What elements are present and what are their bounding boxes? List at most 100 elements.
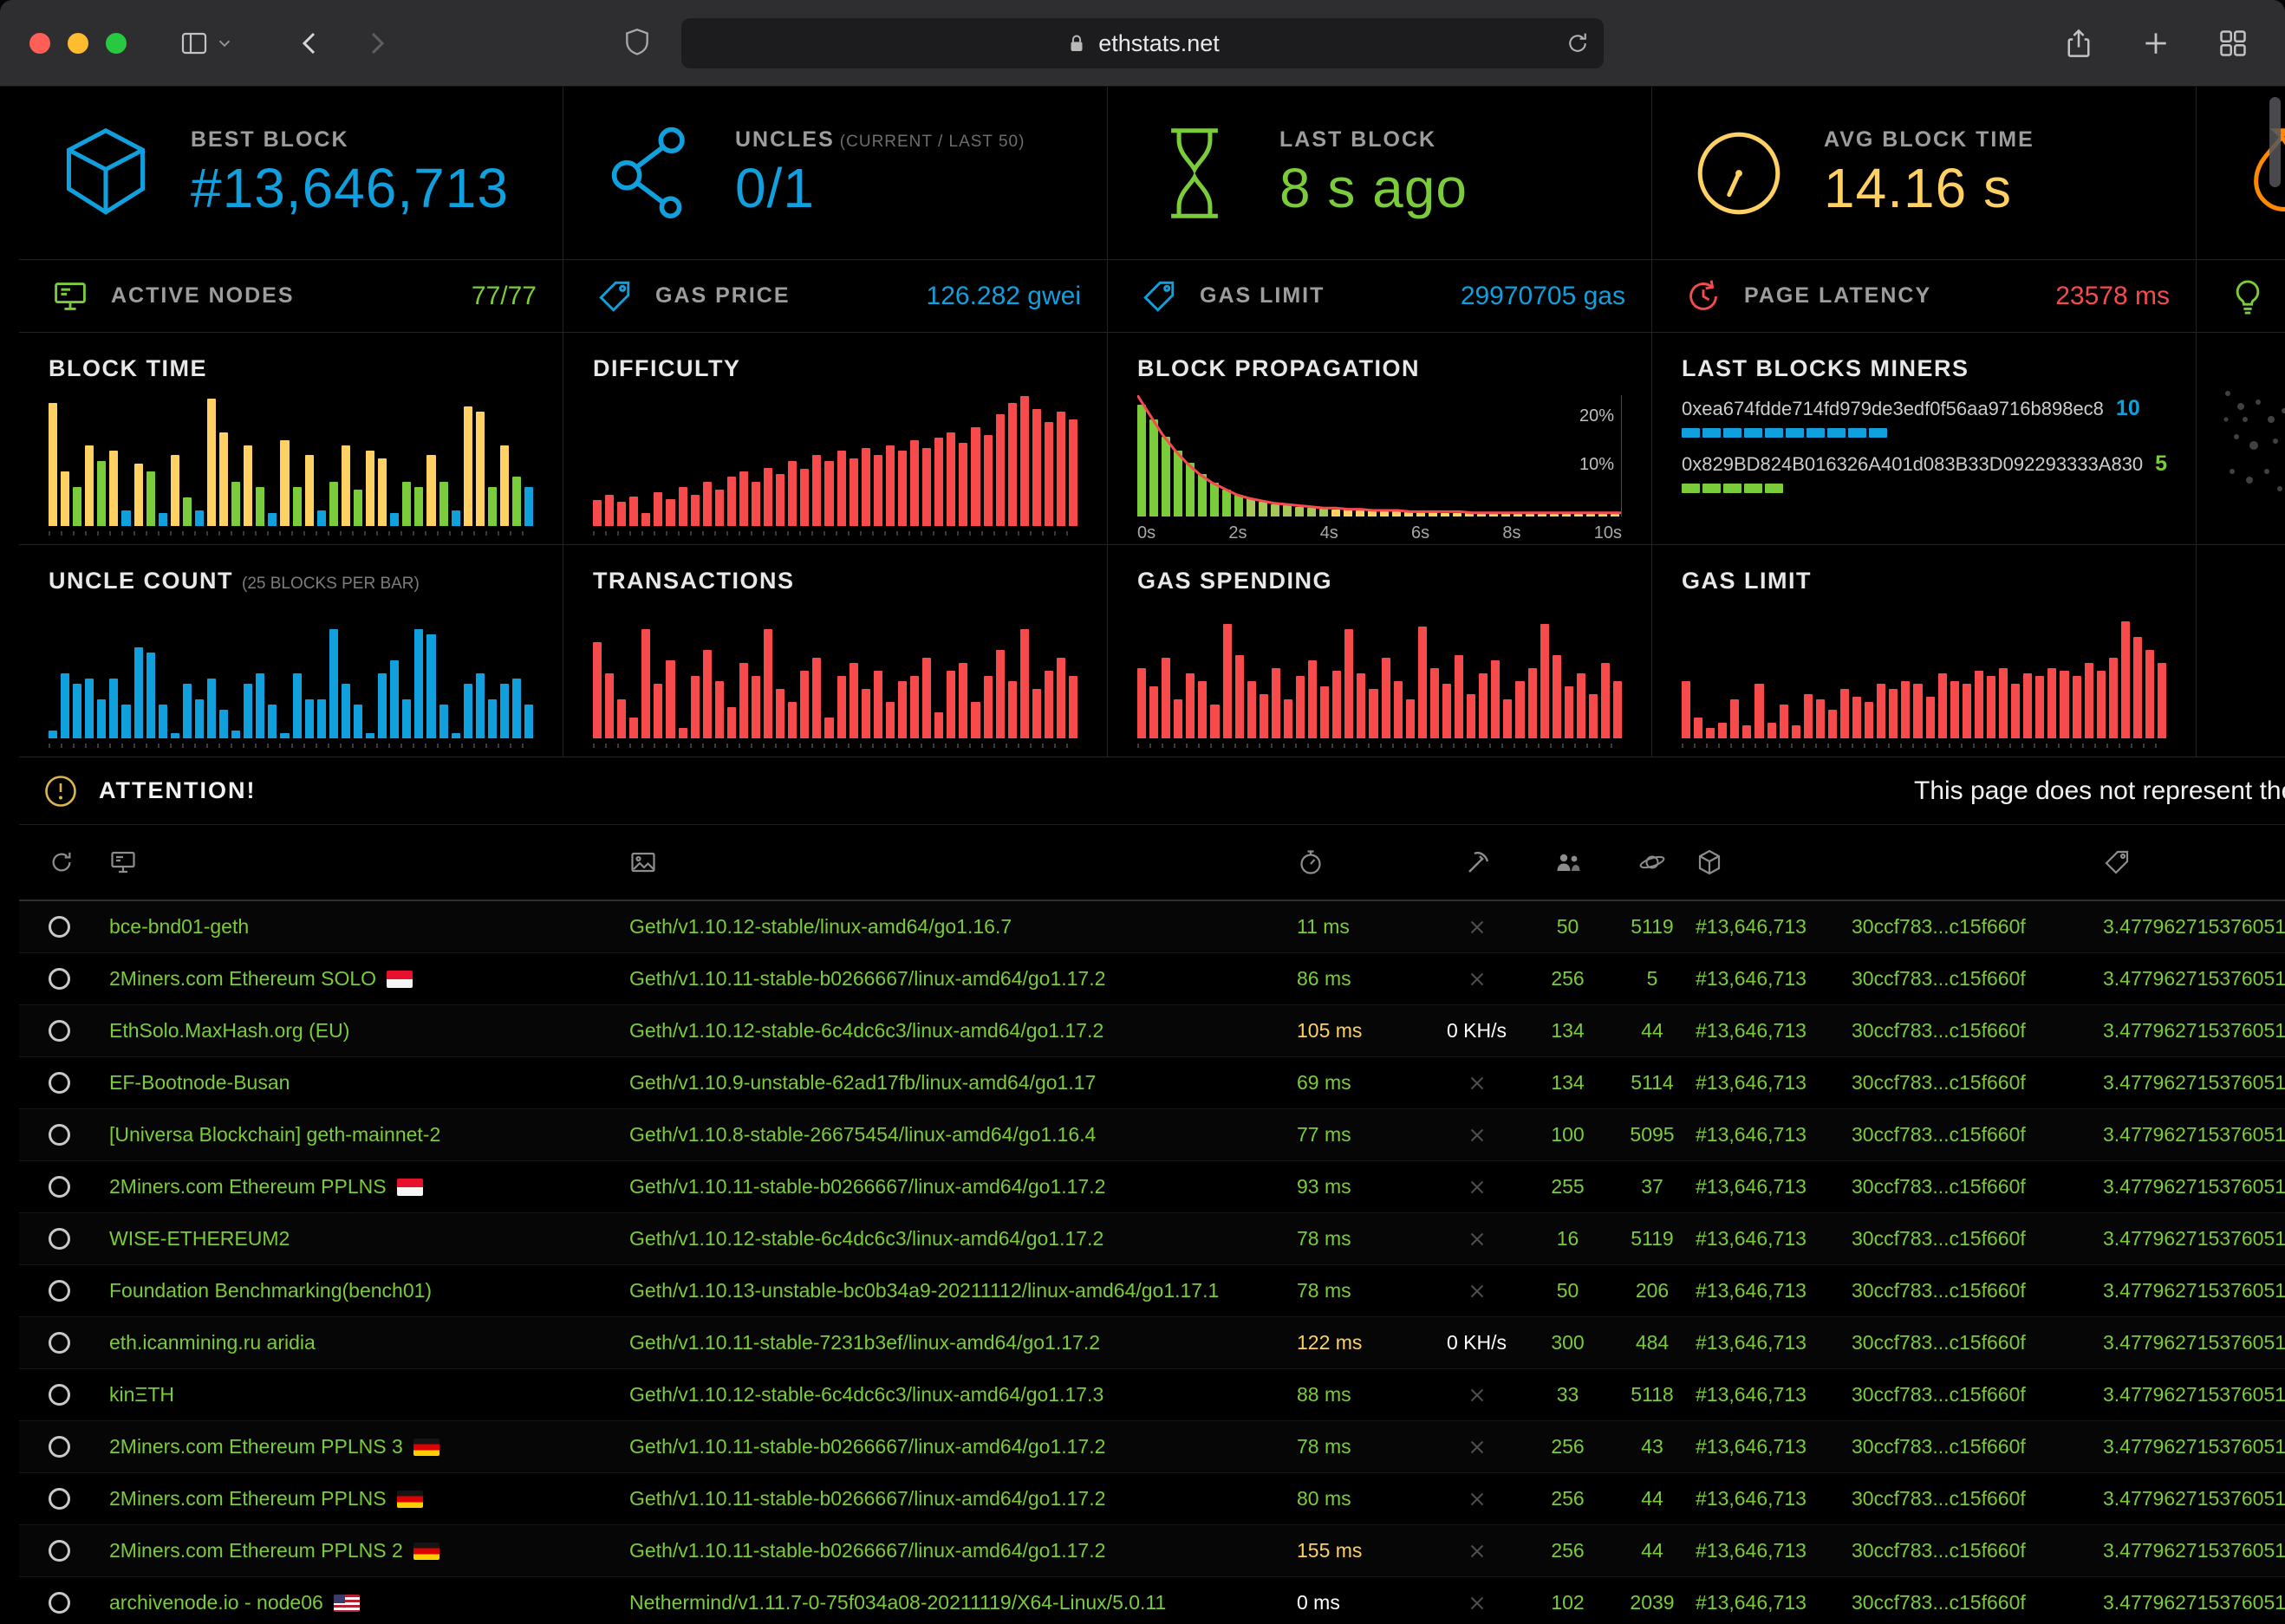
gas-price-value: 126.282 gwei: [927, 282, 1081, 311]
node-block-hash: 30ccf783...c15f660f: [1852, 915, 2103, 939]
axis-ticks: [593, 744, 1077, 748]
block-propagation-chart-title: BLOCK PROPAGATION: [1137, 355, 1420, 382]
share-button[interactable]: [2063, 28, 2094, 59]
node-block-hash: 30ccf783...c15f660f: [1852, 1591, 2103, 1614]
sidebar-icon: [180, 29, 208, 57]
scrollbar-thumb[interactable]: [2269, 97, 2281, 187]
url-text: ethstats.net: [1098, 30, 1220, 57]
minimize-window-button[interactable]: [68, 33, 88, 54]
zoom-window-button[interactable]: [106, 33, 127, 54]
peers-column-icon: [1554, 848, 1582, 876]
node-peers: 50: [1527, 915, 1609, 939]
node-row[interactable]: bce-bnd01-geth Geth/v1.10.12-stable/linu…: [19, 901, 2285, 953]
node-peers: 134: [1527, 1019, 1609, 1043]
x-axis-tick: 10s: [1594, 523, 1622, 543]
x-axis-tick: 4s: [1320, 523, 1338, 543]
back-button[interactable]: [296, 29, 324, 57]
gas-spending-chart: [1137, 608, 1622, 738]
plus-icon: [2141, 29, 2171, 58]
tab-overview-button[interactable]: [2217, 28, 2249, 59]
node-row[interactable]: [Universa Blockchain] geth-mainnet-2 Get…: [19, 1109, 2285, 1161]
node-row[interactable]: 2Miners.com Ethereum PPLNS 3 Geth/v1.10.…: [19, 1421, 2285, 1473]
axis-ticks: [593, 531, 1077, 536]
node-row[interactable]: archivenode.io - node06 Nethermind/v1.11…: [19, 1577, 2285, 1624]
node-pending: 44: [1609, 1019, 1696, 1043]
node-block-hash: 30ccf783...c15f660f: [1852, 1487, 2103, 1510]
uncles-label-text: UNCLES: [735, 127, 835, 152]
mining-column-icon: [1463, 848, 1491, 876]
forward-button[interactable]: [362, 29, 390, 57]
node-peers: 100: [1527, 1123, 1609, 1147]
gas-limit-chart: [1682, 608, 2166, 738]
node-status-icon: [49, 1592, 70, 1614]
reload-button[interactable]: [1566, 31, 1590, 55]
privacy-shield-button[interactable]: [622, 27, 652, 56]
node-peers: 134: [1527, 1071, 1609, 1095]
new-tab-button[interactable]: [2141, 29, 2171, 58]
mining-inactive-icon: [1466, 1436, 1488, 1458]
node-client-version: Geth/v1.10.11-stable-b0266667/linux-amd6…: [629, 1539, 1297, 1562]
mining-inactive-icon: [1466, 1488, 1488, 1510]
node-total-difficulty: 3.477962715376051e+2: [2103, 1591, 2285, 1614]
lock-icon: [1065, 32, 1088, 55]
uncle-count-chart-title: UNCLE COUNT: [49, 568, 233, 594]
page-latency-value: 23578 ms: [2055, 282, 2170, 311]
uncles-value: 0/1: [735, 159, 1025, 218]
node-row[interactable]: EF-Bootnode-Busan Geth/v1.10.9-unstable-…: [19, 1057, 2285, 1109]
latency-clock-icon: [1685, 278, 1722, 315]
difficulty-chart: [593, 396, 1077, 526]
block-column-icon: [1696, 848, 1723, 876]
sidebar-chevron-button[interactable]: [215, 34, 234, 53]
address-bar[interactable]: ethstats.net: [681, 18, 1604, 68]
node-row[interactable]: 2Miners.com Ethereum PPLNS Geth/v1.10.11…: [19, 1473, 2285, 1525]
attention-message: This page does not represent the: [1914, 776, 2285, 806]
node-total-difficulty: 3.477962715376051e+2: [2103, 1331, 2285, 1354]
node-block-hash: 30ccf783...c15f660f: [1852, 1331, 2103, 1354]
attention-banner: ATTENTION! This page does not represent …: [19, 757, 2285, 825]
node-row[interactable]: kinΞTH Geth/v1.10.12-stable-6c4dc6c3/lin…: [19, 1369, 2285, 1421]
back-arrow-icon: [296, 29, 324, 57]
uncle-count-chart: [49, 608, 533, 738]
node-peers: 256: [1527, 1539, 1609, 1562]
node-row[interactable]: 2Miners.com Ethereum PPLNS Geth/v1.10.11…: [19, 1161, 2285, 1213]
node-client-version: Geth/v1.10.12-stable-6c4dc6c3/linux-amd6…: [629, 1019, 1297, 1043]
node-block-hash: 30ccf783...c15f660f: [1852, 1435, 2103, 1458]
mining-inactive-icon: [1466, 1228, 1488, 1250]
node-peers: 256: [1527, 1487, 1609, 1510]
page-latency-label: PAGE LATENCY: [1744, 283, 2055, 309]
table-body: bce-bnd01-geth Geth/v1.10.12-stable/linu…: [19, 901, 2285, 1624]
sidebar-toggle-button[interactable]: [180, 29, 208, 57]
browser-toolbar: ethstats.net: [0, 0, 2285, 87]
node-total-difficulty: 3.477962715376051e+2: [2103, 1071, 2285, 1095]
node-total-difficulty: 3.477962715376051e+2: [2103, 915, 2285, 939]
node-latency: 77 ms: [1297, 1123, 1427, 1147]
node-row[interactable]: 2Miners.com Ethereum PPLNS 2 Geth/v1.10.…: [19, 1525, 2285, 1577]
node-status-icon: [49, 968, 70, 990]
node-row[interactable]: Foundation Benchmarking(bench01) Geth/v1…: [19, 1265, 2285, 1317]
nodes-table: bce-bnd01-geth Geth/v1.10.12-stable/linu…: [19, 825, 2285, 1624]
node-row[interactable]: EthSolo.MaxHash.org (EU) Geth/v1.10.12-s…: [19, 1005, 2285, 1057]
node-row[interactable]: eth.icanmining.ru aridia Geth/v1.10.11-s…: [19, 1317, 2285, 1369]
latency-column-icon: [1297, 848, 1325, 876]
node-status-icon: [49, 1280, 70, 1302]
chevron-down-icon: [215, 34, 234, 53]
mining-inactive-icon: [1466, 916, 1488, 939]
node-block-hash: 30ccf783...c15f660f: [1852, 1175, 2103, 1199]
node-pending: 206: [1609, 1279, 1696, 1302]
node-row[interactable]: 2Miners.com Ethereum SOLO Geth/v1.10.11-…: [19, 953, 2285, 1005]
panel-empty-sliver: [2197, 545, 2285, 757]
panel-transactions-chart: TRANSACTIONS: [563, 545, 1108, 757]
gas-spending-chart-title: GAS SPENDING: [1137, 568, 1332, 594]
node-peers: 300: [1527, 1331, 1609, 1354]
world-map-fragment: [2219, 359, 2285, 523]
node-latency: 80 ms: [1297, 1487, 1427, 1510]
gauge-icon: [1690, 125, 1787, 222]
node-row[interactable]: WISE-ETHEREUM2 Geth/v1.10.12-stable-6c4d…: [19, 1213, 2285, 1265]
close-window-button[interactable]: [29, 33, 50, 54]
axis-ticks: [49, 744, 533, 748]
sub-stats-row: ACTIVE NODES 77/77 GAS PRICE 126.282 gwe…: [19, 260, 2285, 333]
node-block-number: #13,646,713: [1696, 1591, 1852, 1614]
mining-inactive-icon: [1466, 1176, 1488, 1199]
panel-block-propagation-chart: BLOCK PROPAGATION 20% 10% 0s 2s 4s 6s 8s…: [1108, 333, 1652, 545]
reload-icon: [1566, 31, 1590, 55]
